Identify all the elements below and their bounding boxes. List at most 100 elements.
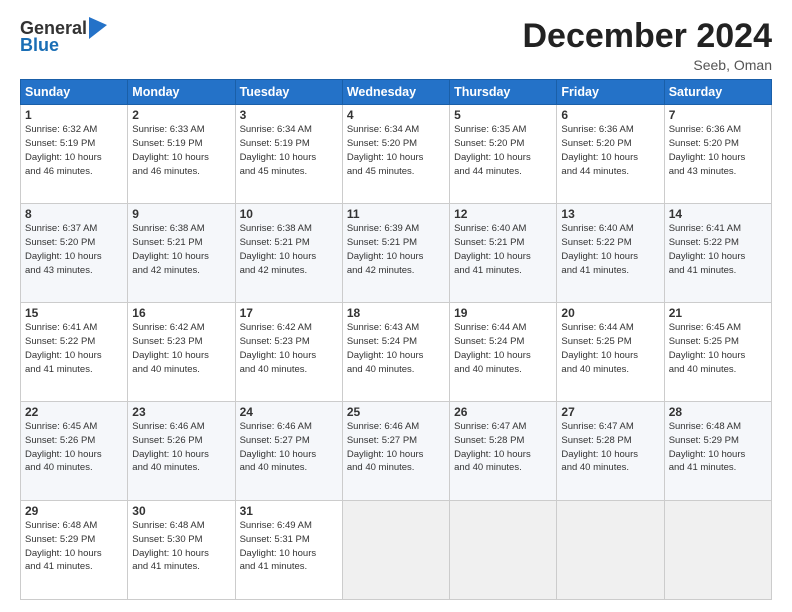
day-info: Sunrise: 6:32 AM Sunset: 5:19 PM Dayligh… [25, 123, 123, 178]
calendar-header-sunday: Sunday [21, 80, 128, 105]
calendar-cell: 3Sunrise: 6:34 AM Sunset: 5:19 PM Daylig… [235, 105, 342, 204]
calendar-cell: 6Sunrise: 6:36 AM Sunset: 5:20 PM Daylig… [557, 105, 664, 204]
day-info: Sunrise: 6:45 AM Sunset: 5:25 PM Dayligh… [669, 321, 767, 376]
day-number: 15 [25, 306, 123, 320]
day-number: 13 [561, 207, 659, 221]
day-number: 18 [347, 306, 445, 320]
day-number: 17 [240, 306, 338, 320]
day-number: 2 [132, 108, 230, 122]
day-number: 21 [669, 306, 767, 320]
day-number: 8 [25, 207, 123, 221]
day-number: 16 [132, 306, 230, 320]
day-info: Sunrise: 6:46 AM Sunset: 5:26 PM Dayligh… [132, 420, 230, 475]
day-info: Sunrise: 6:41 AM Sunset: 5:22 PM Dayligh… [25, 321, 123, 376]
calendar-cell: 23Sunrise: 6:46 AM Sunset: 5:26 PM Dayli… [128, 402, 235, 501]
calendar-cell: 17Sunrise: 6:42 AM Sunset: 5:23 PM Dayli… [235, 303, 342, 402]
day-info: Sunrise: 6:48 AM Sunset: 5:29 PM Dayligh… [25, 519, 123, 574]
day-info: Sunrise: 6:44 AM Sunset: 5:25 PM Dayligh… [561, 321, 659, 376]
day-info: Sunrise: 6:49 AM Sunset: 5:31 PM Dayligh… [240, 519, 338, 574]
calendar-week-5: 29Sunrise: 6:48 AM Sunset: 5:29 PM Dayli… [21, 501, 772, 600]
day-number: 7 [669, 108, 767, 122]
calendar-cell: 28Sunrise: 6:48 AM Sunset: 5:29 PM Dayli… [664, 402, 771, 501]
day-info: Sunrise: 6:46 AM Sunset: 5:27 PM Dayligh… [347, 420, 445, 475]
calendar-cell [450, 501, 557, 600]
calendar-header-saturday: Saturday [664, 80, 771, 105]
calendar-header-row: SundayMondayTuesdayWednesdayThursdayFrid… [21, 80, 772, 105]
calendar-header-friday: Friday [557, 80, 664, 105]
calendar-cell: 18Sunrise: 6:43 AM Sunset: 5:24 PM Dayli… [342, 303, 449, 402]
calendar-week-4: 22Sunrise: 6:45 AM Sunset: 5:26 PM Dayli… [21, 402, 772, 501]
day-info: Sunrise: 6:40 AM Sunset: 5:22 PM Dayligh… [561, 222, 659, 277]
calendar-cell [557, 501, 664, 600]
calendar-cell: 5Sunrise: 6:35 AM Sunset: 5:20 PM Daylig… [450, 105, 557, 204]
calendar-cell: 27Sunrise: 6:47 AM Sunset: 5:28 PM Dayli… [557, 402, 664, 501]
day-info: Sunrise: 6:40 AM Sunset: 5:21 PM Dayligh… [454, 222, 552, 277]
day-number: 5 [454, 108, 552, 122]
day-info: Sunrise: 6:36 AM Sunset: 5:20 PM Dayligh… [561, 123, 659, 178]
calendar-table: SundayMondayTuesdayWednesdayThursdayFrid… [20, 79, 772, 600]
day-info: Sunrise: 6:47 AM Sunset: 5:28 PM Dayligh… [561, 420, 659, 475]
calendar-cell: 24Sunrise: 6:46 AM Sunset: 5:27 PM Dayli… [235, 402, 342, 501]
calendar-cell: 30Sunrise: 6:48 AM Sunset: 5:30 PM Dayli… [128, 501, 235, 600]
calendar-cell: 12Sunrise: 6:40 AM Sunset: 5:21 PM Dayli… [450, 204, 557, 303]
day-number: 29 [25, 504, 123, 518]
day-info: Sunrise: 6:34 AM Sunset: 5:20 PM Dayligh… [347, 123, 445, 178]
day-number: 6 [561, 108, 659, 122]
day-number: 3 [240, 108, 338, 122]
day-info: Sunrise: 6:35 AM Sunset: 5:20 PM Dayligh… [454, 123, 552, 178]
day-number: 19 [454, 306, 552, 320]
calendar-cell: 13Sunrise: 6:40 AM Sunset: 5:22 PM Dayli… [557, 204, 664, 303]
calendar-cell: 15Sunrise: 6:41 AM Sunset: 5:22 PM Dayli… [21, 303, 128, 402]
calendar-header-monday: Monday [128, 80, 235, 105]
month-title: December 2024 [522, 18, 772, 55]
day-number: 27 [561, 405, 659, 419]
calendar-cell: 26Sunrise: 6:47 AM Sunset: 5:28 PM Dayli… [450, 402, 557, 501]
calendar-week-3: 15Sunrise: 6:41 AM Sunset: 5:22 PM Dayli… [21, 303, 772, 402]
day-number: 31 [240, 504, 338, 518]
calendar-cell: 31Sunrise: 6:49 AM Sunset: 5:31 PM Dayli… [235, 501, 342, 600]
calendar-cell: 25Sunrise: 6:46 AM Sunset: 5:27 PM Dayli… [342, 402, 449, 501]
calendar-cell: 2Sunrise: 6:33 AM Sunset: 5:19 PM Daylig… [128, 105, 235, 204]
day-number: 11 [347, 207, 445, 221]
day-number: 25 [347, 405, 445, 419]
day-number: 1 [25, 108, 123, 122]
calendar-cell: 1Sunrise: 6:32 AM Sunset: 5:19 PM Daylig… [21, 105, 128, 204]
logo-icon [89, 17, 107, 39]
day-info: Sunrise: 6:48 AM Sunset: 5:30 PM Dayligh… [132, 519, 230, 574]
day-info: Sunrise: 6:44 AM Sunset: 5:24 PM Dayligh… [454, 321, 552, 376]
calendar-week-1: 1Sunrise: 6:32 AM Sunset: 5:19 PM Daylig… [21, 105, 772, 204]
day-number: 9 [132, 207, 230, 221]
calendar-cell: 9Sunrise: 6:38 AM Sunset: 5:21 PM Daylig… [128, 204, 235, 303]
calendar-cell: 19Sunrise: 6:44 AM Sunset: 5:24 PM Dayli… [450, 303, 557, 402]
day-number: 24 [240, 405, 338, 419]
day-info: Sunrise: 6:38 AM Sunset: 5:21 PM Dayligh… [240, 222, 338, 277]
day-info: Sunrise: 6:45 AM Sunset: 5:26 PM Dayligh… [25, 420, 123, 475]
calendar-cell: 21Sunrise: 6:45 AM Sunset: 5:25 PM Dayli… [664, 303, 771, 402]
calendar-cell: 29Sunrise: 6:48 AM Sunset: 5:29 PM Dayli… [21, 501, 128, 600]
day-info: Sunrise: 6:42 AM Sunset: 5:23 PM Dayligh… [132, 321, 230, 376]
calendar-cell: 14Sunrise: 6:41 AM Sunset: 5:22 PM Dayli… [664, 204, 771, 303]
day-info: Sunrise: 6:36 AM Sunset: 5:20 PM Dayligh… [669, 123, 767, 178]
calendar-cell: 22Sunrise: 6:45 AM Sunset: 5:26 PM Dayli… [21, 402, 128, 501]
day-info: Sunrise: 6:46 AM Sunset: 5:27 PM Dayligh… [240, 420, 338, 475]
day-info: Sunrise: 6:48 AM Sunset: 5:29 PM Dayligh… [669, 420, 767, 475]
subtitle: Seeb, Oman [522, 57, 772, 73]
day-info: Sunrise: 6:37 AM Sunset: 5:20 PM Dayligh… [25, 222, 123, 277]
day-number: 20 [561, 306, 659, 320]
day-number: 28 [669, 405, 767, 419]
calendar-header-thursday: Thursday [450, 80, 557, 105]
day-number: 10 [240, 207, 338, 221]
calendar-cell: 8Sunrise: 6:37 AM Sunset: 5:20 PM Daylig… [21, 204, 128, 303]
calendar-cell [342, 501, 449, 600]
day-number: 22 [25, 405, 123, 419]
calendar-cell: 11Sunrise: 6:39 AM Sunset: 5:21 PM Dayli… [342, 204, 449, 303]
day-info: Sunrise: 6:39 AM Sunset: 5:21 PM Dayligh… [347, 222, 445, 277]
calendar-cell: 10Sunrise: 6:38 AM Sunset: 5:21 PM Dayli… [235, 204, 342, 303]
day-info: Sunrise: 6:47 AM Sunset: 5:28 PM Dayligh… [454, 420, 552, 475]
day-number: 12 [454, 207, 552, 221]
title-block: December 2024 Seeb, Oman [522, 18, 772, 73]
day-info: Sunrise: 6:33 AM Sunset: 5:19 PM Dayligh… [132, 123, 230, 178]
day-number: 14 [669, 207, 767, 221]
day-number: 26 [454, 405, 552, 419]
day-info: Sunrise: 6:41 AM Sunset: 5:22 PM Dayligh… [669, 222, 767, 277]
